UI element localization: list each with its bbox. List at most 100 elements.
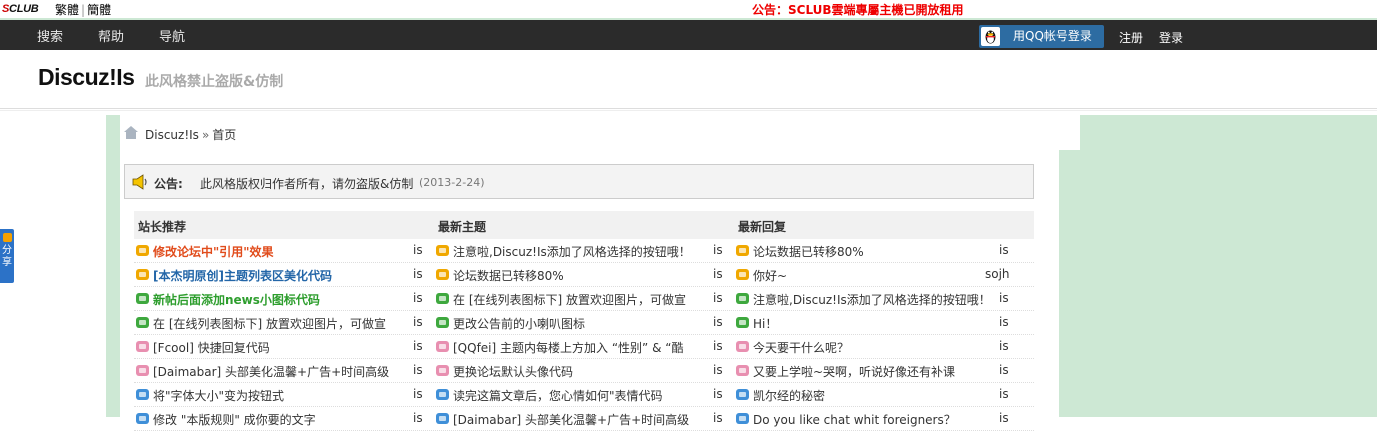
thread-title-link[interactable]: 修改论坛中"引用"效果 bbox=[153, 243, 403, 260]
lang-simplified-link[interactable]: 簡體 bbox=[87, 3, 111, 17]
thread-title-link[interactable]: Hi！ bbox=[753, 315, 1003, 332]
thread-author-link[interactable]: is bbox=[713, 387, 723, 401]
thread-title-link[interactable]: [Daimabar] 头部美化温馨+广告+时间高级 bbox=[153, 363, 403, 380]
thread-bubble-icon bbox=[736, 389, 749, 400]
thread-author-link[interactable]: is bbox=[713, 339, 723, 353]
thread-bubble-icon bbox=[736, 341, 749, 352]
site-logo[interactable]: Discuz!Is bbox=[38, 64, 135, 91]
table-row: [Daimabar] 头部美化温馨+广告+时间高级 is 更换论坛默认头像代码 is 又… bbox=[134, 359, 1034, 383]
side-band-left bbox=[106, 115, 120, 417]
main-nav: 搜索 帮助 导航 用QQ帐号登录 注册 登录 bbox=[0, 20, 1377, 50]
thread-title-link[interactable]: [Fcool] 快捷回复代码 bbox=[153, 339, 403, 356]
table-row: 修改 "本版规则" 成你要的文字 is [Daimabar] 头部美化温馨+广告+时… bbox=[134, 407, 1034, 431]
thread-title-link[interactable]: [本杰明原创]主题列表区美化代码 bbox=[153, 267, 403, 284]
thread-author-link[interactable]: is bbox=[999, 291, 1009, 305]
qq-login-label: 用QQ帐号登录 bbox=[1013, 29, 1092, 43]
thread-title-link[interactable]: 将"字体大小"变为按钮式 bbox=[153, 387, 403, 404]
thread-cell: 论坛数据已转移80% is bbox=[734, 239, 1034, 263]
announcement-text[interactable]: 此风格版权归作者所有，请勿盗版&仿制 bbox=[200, 175, 413, 192]
thread-author-link[interactable]: is bbox=[713, 267, 723, 281]
thread-bubble-icon bbox=[436, 365, 449, 376]
thread-title-link[interactable]: 又要上学啦~哭啊，听说好像还有补课 bbox=[753, 363, 1003, 380]
table-row: 将"字体大小"变为按钮式 is 读完这篇文章后，您心情如何"表情代码 is 凯尔经的秘密… bbox=[134, 383, 1034, 407]
brand-logo-text: CLUB bbox=[9, 3, 39, 15]
thread-cell: 更改公告前的小喇叭图标 is bbox=[434, 311, 734, 335]
thread-title-link[interactable]: 更改公告前的小喇叭图标 bbox=[453, 315, 703, 332]
thread-bubble-icon bbox=[436, 413, 449, 424]
thread-bubble-icon bbox=[136, 269, 149, 280]
thread-title-link[interactable]: 凯尔经的秘密 bbox=[753, 387, 1003, 404]
brand-logo[interactable]: SCLUB bbox=[2, 3, 39, 15]
thread-author-link[interactable]: sojh bbox=[985, 267, 1010, 281]
thread-author-link[interactable]: is bbox=[999, 315, 1009, 329]
announcement-date: (2013-2-24) bbox=[419, 176, 485, 189]
thread-bubble-icon bbox=[436, 269, 449, 280]
thread-author-link[interactable]: is bbox=[413, 363, 423, 377]
thread-bubble-icon bbox=[136, 389, 149, 400]
share-icon bbox=[2, 233, 12, 242]
register-link[interactable]: 注册 bbox=[1119, 29, 1143, 46]
thread-bubble-icon bbox=[136, 341, 149, 352]
thread-title-link[interactable]: 在 [在线列表图标下] 放置欢迎图片，可做宣 bbox=[453, 291, 703, 308]
thread-author-link[interactable]: is bbox=[713, 315, 723, 329]
thread-title-link[interactable]: 修改 "本版规则" 成你要的文字 bbox=[153, 411, 403, 428]
thread-title-link[interactable]: 读完这篇文章后，您心情如何"表情代码 bbox=[453, 387, 703, 404]
thread-cell: 修改论坛中"引用"效果 is bbox=[134, 239, 434, 263]
thread-author-link[interactable]: is bbox=[413, 339, 423, 353]
thread-author-link[interactable]: is bbox=[713, 363, 723, 377]
thread-title-link[interactable]: 注意啦,Discuz!Is添加了风格选择的按钮哦！ bbox=[753, 291, 1003, 308]
thread-author-link[interactable]: is bbox=[999, 243, 1009, 257]
login-link[interactable]: 登录 bbox=[1159, 29, 1183, 46]
table-row: 修改论坛中"引用"效果 is 注意啦,Discuz!Is添加了风格选择的按钮哦！ is… bbox=[134, 239, 1034, 263]
thread-title-link[interactable]: 新帖后面添加news小图标代码 bbox=[153, 291, 403, 308]
breadcrumb-site-link[interactable]: Discuz!Is bbox=[145, 128, 199, 142]
thread-author-link[interactable]: is bbox=[999, 363, 1009, 377]
thread-title-link[interactable]: 论坛数据已转移80% bbox=[453, 267, 703, 284]
home-icon[interactable] bbox=[124, 126, 138, 142]
breadcrumb bbox=[120, 115, 1080, 150]
header-divider bbox=[0, 108, 1377, 109]
thread-cell: 注意啦,Discuz!Is添加了风格选择的按钮哦！ is bbox=[434, 239, 734, 263]
lang-traditional-link[interactable]: 繁體 bbox=[55, 3, 79, 17]
thread-author-link[interactable]: is bbox=[413, 291, 423, 305]
thread-cell: [Daimabar] 头部美化温馨+广告+时间高级 is bbox=[434, 407, 734, 431]
thread-title-link[interactable]: 论坛数据已转移80% bbox=[753, 243, 1003, 260]
thread-author-link[interactable]: is bbox=[413, 387, 423, 401]
qq-login-button[interactable]: 用QQ帐号登录 bbox=[979, 25, 1104, 48]
thread-title-link[interactable]: 更换论坛默认头像代码 bbox=[453, 363, 703, 380]
top-notice[interactable]: 公告：SCLUB雲端專屬主機已開放租用 bbox=[752, 1, 964, 18]
thread-author-link[interactable]: is bbox=[413, 411, 423, 425]
megaphone-icon bbox=[132, 174, 149, 193]
thread-author-link[interactable]: is bbox=[413, 267, 423, 281]
nav-item-help[interactable]: 帮助 bbox=[98, 26, 124, 45]
thread-author-link[interactable]: is bbox=[713, 291, 723, 305]
thread-title-link[interactable]: [QQfei] 主题内每楼上方加入 “性别” & “酷 bbox=[453, 339, 703, 356]
thread-title-link[interactable]: 在 [在线列表图标下] 放置欢迎图片，可做宣 bbox=[153, 315, 403, 332]
thread-author-link[interactable]: is bbox=[413, 315, 423, 329]
thread-cell: 修改 "本版规则" 成你要的文字 is bbox=[134, 407, 434, 431]
share-tab[interactable]: 分享 bbox=[0, 229, 14, 283]
thread-title-link[interactable]: [Daimabar] 头部美化温馨+广告+时间高级 bbox=[453, 411, 703, 428]
top-strip: SCLUB 繁體 | 簡體 公告：SCLUB雲端專屬主機已開放租用 bbox=[0, 0, 1377, 20]
thread-cell: 读完这篇文章后，您心情如何"表情代码 is bbox=[434, 383, 734, 407]
thread-author-link[interactable]: is bbox=[713, 243, 723, 257]
thread-title-link[interactable]: Do you like chat whit foreigners？ bbox=[753, 411, 1003, 428]
thread-cell: 你好~ sojh bbox=[734, 263, 1034, 287]
table-row: 新帖后面添加news小图标代码 is 在 [在线列表图标下] 放置欢迎图片，可做宣 i… bbox=[134, 287, 1034, 311]
nav-item-guide[interactable]: 导航 bbox=[159, 26, 185, 45]
thread-author-link[interactable]: is bbox=[413, 243, 423, 257]
thread-bubble-icon bbox=[136, 365, 149, 376]
thread-author-link[interactable]: is bbox=[713, 411, 723, 425]
thread-cell: [Daimabar] 头部美化温馨+广告+时间高级 is bbox=[134, 359, 434, 383]
thread-author-link[interactable]: is bbox=[999, 411, 1009, 425]
thread-title-link[interactable]: 今天要干什么呢？ bbox=[753, 339, 1003, 356]
thread-author-link[interactable]: is bbox=[999, 387, 1009, 401]
thread-cell: Do you like chat whit foreigners？ is bbox=[734, 407, 1034, 431]
thread-cell: 凯尔经的秘密 is bbox=[734, 383, 1034, 407]
thread-title-link[interactable]: 注意啦,Discuz!Is添加了风格选择的按钮哦！ bbox=[453, 243, 703, 260]
nav-item-search[interactable]: 搜索 bbox=[37, 26, 63, 45]
thread-author-link[interactable]: is bbox=[999, 339, 1009, 353]
thread-bubble-icon bbox=[736, 245, 749, 256]
thread-table-header: 站长推荐 最新主题 最新回复 bbox=[134, 211, 1034, 239]
thread-title-link[interactable]: 你好~ bbox=[753, 267, 1003, 284]
